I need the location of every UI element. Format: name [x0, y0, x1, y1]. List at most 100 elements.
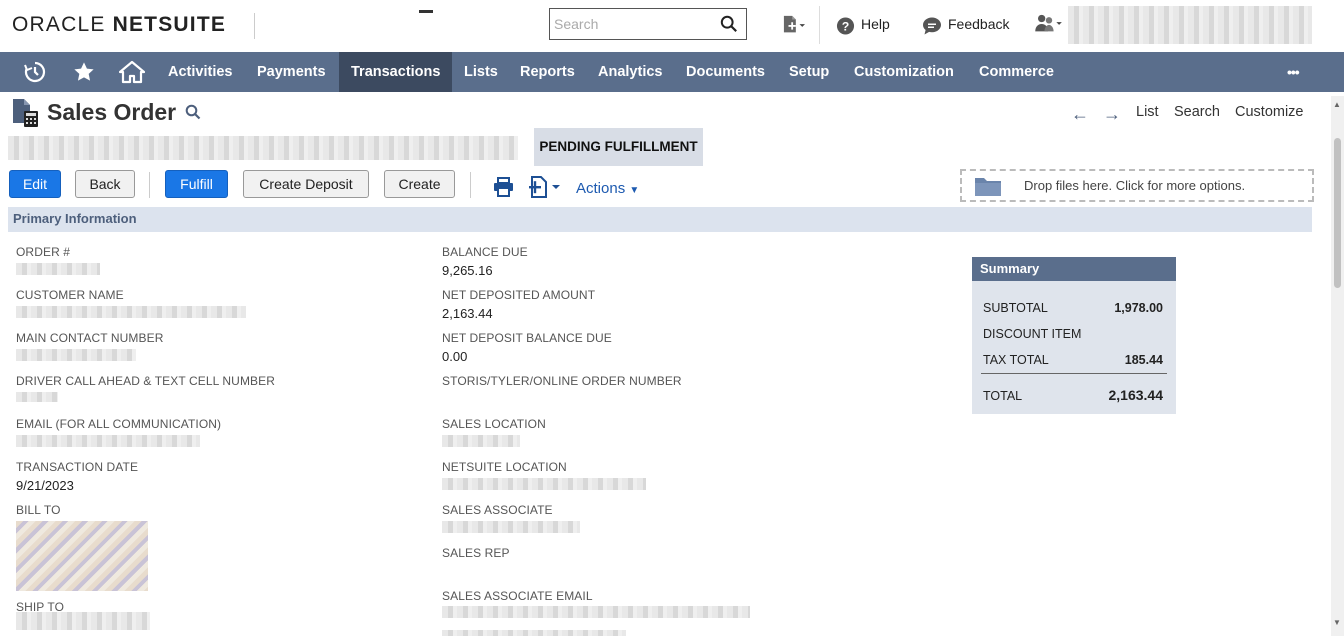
field-value-order-number-redacted — [16, 263, 100, 275]
top-header: ORACLE NETSUITE ? Help Feedback — [0, 0, 1344, 52]
field-value-sales-associate-redacted[interactable] — [442, 521, 580, 533]
tax-value: 185.44 — [1124, 353, 1163, 367]
list-link[interactable]: List — [1136, 104, 1159, 120]
field-label-sales-rep: SALES REP — [442, 546, 510, 560]
role-switcher-icon[interactable] — [1032, 13, 1066, 35]
scroll-up-arrow-icon[interactable]: ▲ — [1333, 100, 1341, 109]
field-value-driver-redacted — [16, 392, 58, 402]
next-record-arrow-icon[interactable]: → — [1103, 104, 1121, 125]
field-label-net-deposited-amount: NET DEPOSITED AMOUNT — [442, 288, 596, 302]
toolbar-divider — [149, 172, 150, 198]
actions-label: Actions — [576, 180, 626, 197]
shortcuts-star-icon[interactable] — [73, 61, 95, 83]
page-scrollbar[interactable]: ▲ ▼ — [1331, 96, 1344, 636]
nav-payments[interactable]: Payments — [245, 52, 338, 92]
create-deposit-button[interactable]: Create Deposit — [243, 170, 369, 198]
nav-transactions[interactable]: Transactions — [339, 52, 452, 92]
logo-divider — [254, 13, 255, 39]
nav-lists[interactable]: Lists — [452, 52, 510, 92]
logo-oracle-text: ORACLE — [12, 13, 106, 36]
help-link[interactable]: Help — [861, 16, 890, 32]
field-label-main-contact-number: MAIN CONTACT NUMBER — [16, 331, 164, 345]
fulfill-button[interactable]: Fulfill — [165, 170, 228, 198]
section-title: Primary Information — [13, 211, 137, 226]
record-identifier-redacted — [8, 136, 518, 160]
previous-record-arrow-icon[interactable]: ← — [1071, 104, 1089, 125]
summary-discount-row: DISCOUNT ITEM — [983, 327, 1163, 341]
nav-setup[interactable]: Setup — [777, 52, 841, 92]
field-value-contact-redacted — [16, 349, 136, 361]
sales-order-record-icon — [13, 99, 38, 127]
create-button[interactable]: Create — [384, 170, 455, 198]
field-label-email: EMAIL (FOR ALL COMMUNICATION) — [16, 417, 222, 431]
help-icon[interactable]: ? — [836, 15, 855, 37]
field-value-sales-associate-email-redacted — [442, 606, 750, 618]
home-icon[interactable] — [119, 60, 145, 84]
nav-activities[interactable]: Activities — [156, 52, 244, 92]
page-title: Sales Order — [47, 99, 177, 125]
field-value-balance-due: 9,265.16 — [442, 263, 493, 278]
field-value-netsuite-location-redacted[interactable] — [442, 478, 646, 490]
summary-divider — [981, 373, 1167, 374]
dropzone-text: Drop files here. Click for more options. — [1024, 178, 1246, 193]
header-divider — [819, 6, 820, 44]
summary-subtotal-row: SUBTOTAL 1,978.00 — [983, 301, 1163, 315]
feedback-icon[interactable] — [922, 15, 942, 37]
new-document-icon[interactable] — [528, 176, 564, 198]
summary-tax-row: TAX TOTAL 185.44 — [983, 353, 1163, 367]
field-label-sales-associate-email: SALES ASSOCIATE EMAIL — [442, 589, 593, 603]
nav-commerce[interactable]: Commerce — [967, 52, 1066, 92]
folder-icon — [975, 178, 1001, 196]
field-value-net-deposited-amount: 2,163.44 — [442, 306, 493, 321]
field-label-netsuite-location: NETSUITE LOCATION — [442, 460, 567, 474]
search-link[interactable]: Search — [1174, 104, 1220, 120]
search-icon[interactable] — [720, 15, 738, 33]
customize-link[interactable]: Customize — [1235, 104, 1304, 120]
edit-button[interactable]: Edit — [9, 170, 61, 198]
summary-title: Summary — [972, 257, 1176, 281]
subtotal-label: SUBTOTAL — [983, 301, 1048, 315]
field-value-customer-name-redacted[interactable] — [16, 306, 246, 318]
nav-customization[interactable]: Customization — [842, 52, 966, 92]
create-new-icon[interactable] — [780, 14, 808, 36]
recent-records-icon[interactable] — [24, 61, 46, 83]
field-label-transaction-date: TRANSACTION DATE — [16, 460, 139, 474]
field-label-balance-due: BALANCE DUE — [442, 245, 528, 259]
field-label-customer-name: CUSTOMER NAME — [16, 288, 124, 302]
back-button[interactable]: Back — [75, 170, 135, 198]
chevron-down-icon: ▼ — [629, 185, 640, 196]
field-label-storis-order-number: STORIS/TYLER/ONLINE ORDER NUMBER — [442, 374, 682, 388]
summary-box: Summary SUBTOTAL 1,978.00 DISCOUNT ITEM T… — [972, 257, 1176, 414]
nav-documents[interactable]: Documents — [674, 52, 777, 92]
nav-analytics[interactable]: Analytics — [586, 52, 674, 92]
field-label-order-number: ORDER # — [16, 245, 71, 259]
print-icon[interactable] — [493, 177, 514, 197]
field-value-sales-location-redacted[interactable] — [442, 435, 520, 447]
search-input[interactable] — [550, 9, 710, 39]
scroll-down-arrow-icon[interactable]: ▼ — [1333, 618, 1341, 627]
primary-information-header[interactable]: Primary Information — [8, 207, 1312, 232]
user-account-info[interactable] — [1068, 6, 1312, 44]
field-label-net-deposit-balance-due: NET DEPOSIT BALANCE DUE — [442, 331, 612, 345]
record-search-icon[interactable] — [185, 104, 201, 120]
discount-label: DISCOUNT ITEM — [983, 327, 1082, 341]
nav-more-menu[interactable]: ••• — [1287, 52, 1300, 92]
scrollbar-thumb[interactable] — [1334, 138, 1341, 288]
main-navigation: Activities Payments Transactions Lists R… — [0, 52, 1344, 92]
field-value-email-redacted[interactable] — [16, 435, 200, 447]
field-label-driver-call-ahead: DRIVER CALL AHEAD & TEXT CELL NUMBER — [16, 374, 276, 388]
total-label: TOTAL — [983, 389, 1023, 403]
file-dropzone[interactable]: Drop files here. Click for more options. — [960, 169, 1314, 202]
global-search — [549, 8, 747, 40]
summary-total-row: TOTAL 2,163.44 — [983, 387, 1164, 403]
nav-reports[interactable]: Reports — [508, 52, 587, 92]
feedback-link[interactable]: Feedback — [948, 16, 1009, 32]
status-badge: PENDING FULFILLMENT — [534, 128, 703, 166]
total-value: 2,163.44 — [1108, 387, 1164, 403]
oracle-netsuite-logo[interactable]: ORACLE NETSUITE — [12, 13, 226, 37]
svg-text:?: ? — [842, 19, 850, 33]
toolbar-divider — [470, 172, 471, 198]
header-marker — [419, 10, 433, 13]
actions-menu[interactable]: Actions ▼ — [576, 180, 639, 197]
field-value-bill-to-redacted — [16, 521, 148, 591]
